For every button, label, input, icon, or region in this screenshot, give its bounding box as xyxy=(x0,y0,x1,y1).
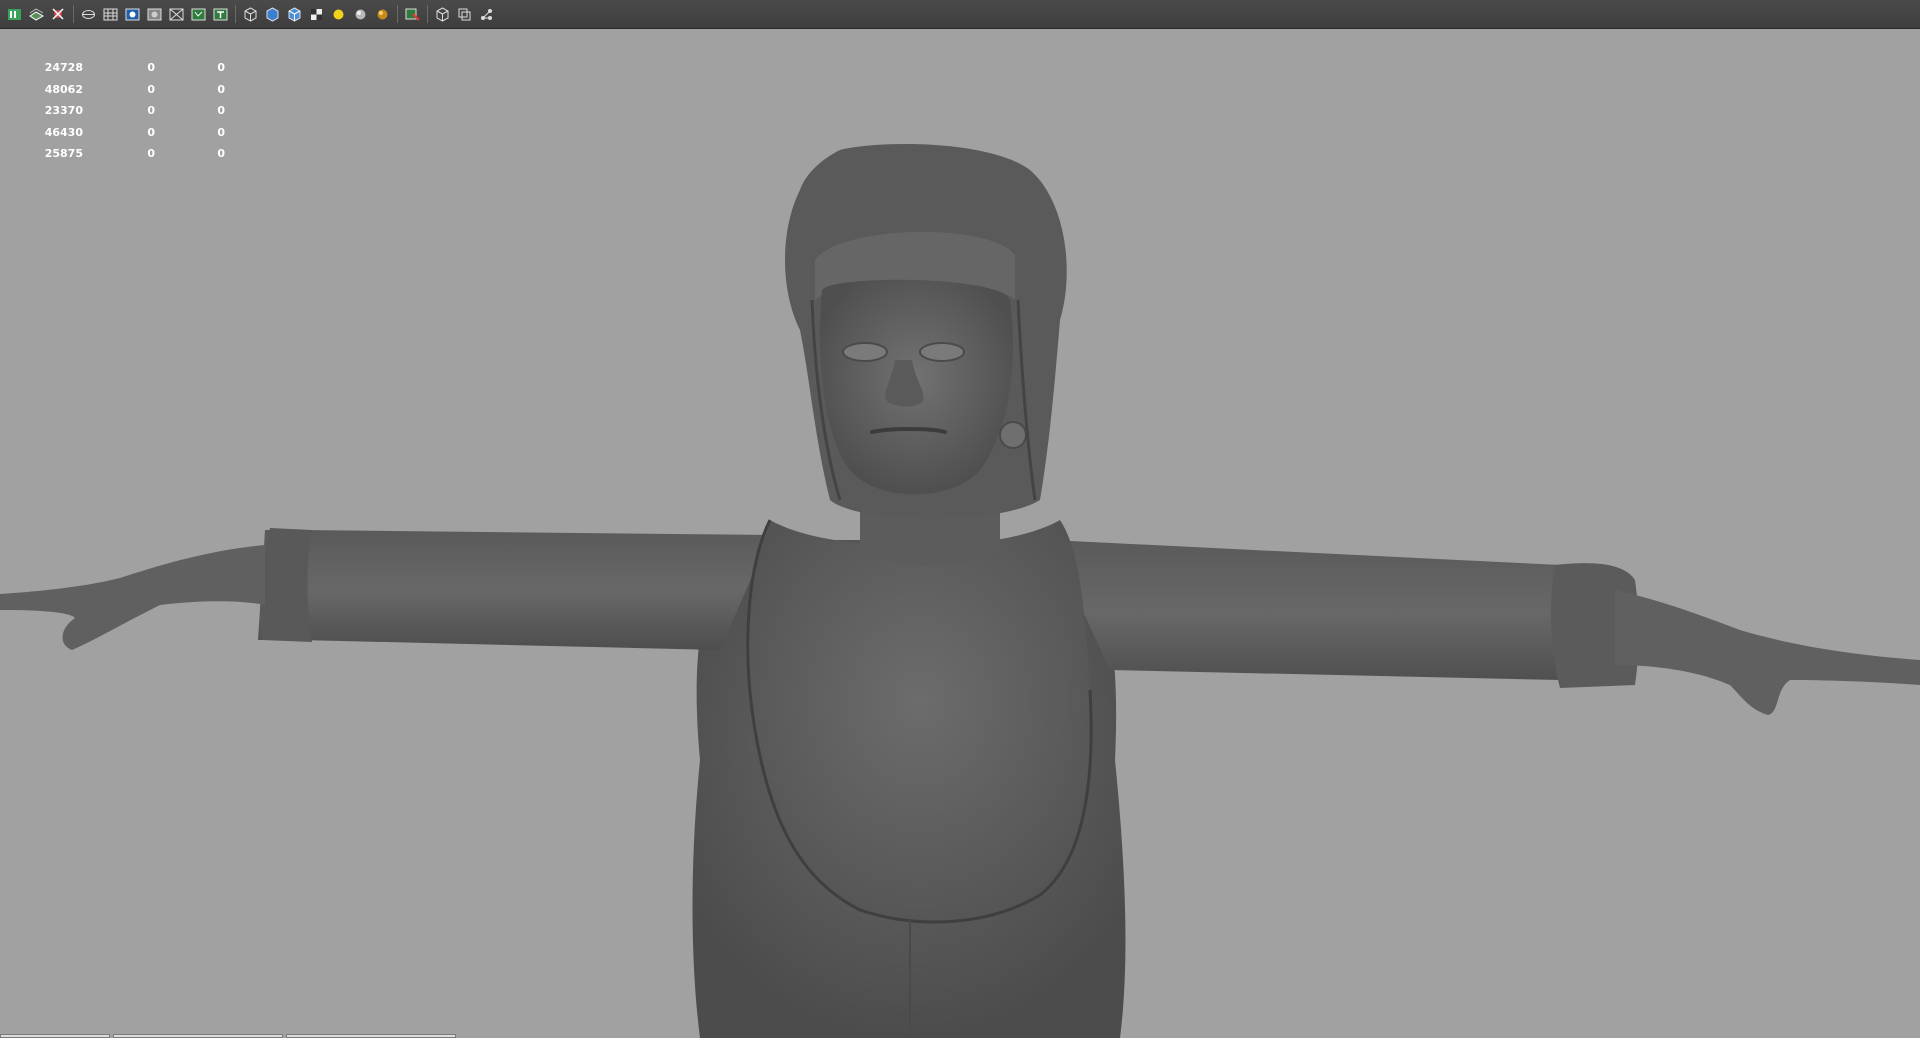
field-chart-button[interactable] xyxy=(190,6,207,23)
shadows-button[interactable] xyxy=(352,6,369,23)
xray-button[interactable] xyxy=(434,6,451,23)
isolate-select-icon xyxy=(405,8,420,21)
hud-value: 0 xyxy=(147,147,155,160)
toolbar-group xyxy=(76,0,233,28)
hud-value: 0 xyxy=(147,125,155,139)
toolbar-separator xyxy=(235,5,236,23)
toolbar-separator xyxy=(73,5,74,23)
hud-row: 46430 0 0 xyxy=(0,122,225,144)
wireframe-on-shaded-button[interactable] xyxy=(286,6,303,23)
hud-row: 24728 0 0 xyxy=(0,57,225,79)
xray-active-components-button[interactable] xyxy=(478,6,495,23)
channel-box-button[interactable] xyxy=(6,6,23,23)
model-right-arm xyxy=(1050,540,1615,685)
ambient-occlusion-button[interactable] xyxy=(374,6,391,23)
model-left-cuff xyxy=(260,528,312,642)
dependency-icon xyxy=(52,7,64,20)
gate-mask-icon xyxy=(169,8,184,20)
hud-value: 0 xyxy=(147,82,155,96)
safe-title-icon xyxy=(213,8,228,20)
resolution-gate-button[interactable] xyxy=(146,6,163,23)
hud-value: 0 xyxy=(217,61,225,74)
wireframe-button[interactable] xyxy=(80,6,97,23)
hud-value: 0 xyxy=(217,104,225,117)
model-right-eye xyxy=(919,342,965,362)
isolate-select-button[interactable] xyxy=(404,6,421,23)
hud-row: 23370 0 0 xyxy=(0,100,225,122)
bottom-tab[interactable] xyxy=(0,1034,110,1038)
field-chart-icon xyxy=(191,8,206,20)
viewport-panel-toolbar xyxy=(0,0,1920,29)
hud-value: 0 xyxy=(217,125,225,139)
wireframe-shading-button[interactable] xyxy=(242,6,259,23)
use-all-lights-button[interactable] xyxy=(330,6,347,23)
toolbar-group xyxy=(400,0,425,28)
layer-editor-button[interactable] xyxy=(28,6,45,23)
character-model[interactable] xyxy=(0,29,1920,1038)
heads-up-display: 24728 0 0 48062 0 0 23370 0 0 46430 0 0 25875 0 0 xyxy=(0,57,225,165)
smooth-shade-all-button[interactable] xyxy=(264,6,281,23)
hud-value: 48062 xyxy=(44,82,83,96)
toolbar-group xyxy=(430,0,499,28)
toolbar-group xyxy=(2,0,71,28)
smooth-shade-all-icon xyxy=(266,6,279,22)
hud-row: 25875 0 0 xyxy=(0,143,225,165)
toolbar-group xyxy=(238,0,395,28)
textured-icon xyxy=(311,8,322,20)
grid-button[interactable] xyxy=(102,6,119,23)
grid-icon xyxy=(103,8,118,20)
hud-value: 25875 xyxy=(44,147,83,160)
hud-value: 23370 xyxy=(44,104,83,117)
model-left-arm xyxy=(258,530,770,650)
wireframe-shading-icon xyxy=(244,6,257,22)
hud-row: 48062 0 0 xyxy=(0,79,225,101)
channel-box-icon xyxy=(8,8,21,20)
model-earring xyxy=(999,421,1027,449)
gate-mask-button[interactable] xyxy=(168,6,185,23)
film-gate-button[interactable] xyxy=(124,6,141,23)
xray-joints-button[interactable] xyxy=(456,6,473,23)
model-right-hand xyxy=(1615,590,1920,715)
xray-joints-icon xyxy=(458,8,471,20)
toolbar-separator xyxy=(427,5,428,23)
bottom-tab-strip xyxy=(0,1034,460,1038)
bottom-tab[interactable] xyxy=(113,1034,283,1038)
hud-value: 0 xyxy=(147,104,155,117)
textured-button[interactable] xyxy=(308,6,325,23)
ambient-occlusion-icon xyxy=(377,9,388,19)
wireframe-on-shaded-icon xyxy=(288,6,301,22)
use-all-lights-icon xyxy=(333,9,344,19)
layer-editor-icon xyxy=(29,7,44,21)
model-left-hand xyxy=(0,545,265,650)
hud-value: 0 xyxy=(147,61,155,74)
wireframe-icon xyxy=(82,9,95,19)
hud-value: 0 xyxy=(217,147,225,160)
xray-active-components-icon xyxy=(481,8,492,20)
dependency-button[interactable] xyxy=(50,6,67,23)
xray-icon xyxy=(436,6,449,22)
3d-viewport[interactable]: 24728 0 0 48062 0 0 23370 0 0 46430 0 0 25875 0 0 xyxy=(0,29,1920,1038)
film-gate-icon xyxy=(125,8,140,20)
safe-title-button[interactable] xyxy=(212,6,229,23)
hud-value: 0 xyxy=(217,82,225,96)
toolbar-separator xyxy=(397,5,398,23)
hud-value: 46430 xyxy=(44,125,83,139)
hud-value: 24728 xyxy=(44,61,83,74)
bottom-tab[interactable] xyxy=(286,1034,456,1038)
shadows-icon xyxy=(355,9,366,19)
model-left-eye xyxy=(842,342,888,362)
resolution-gate-icon xyxy=(147,8,162,20)
